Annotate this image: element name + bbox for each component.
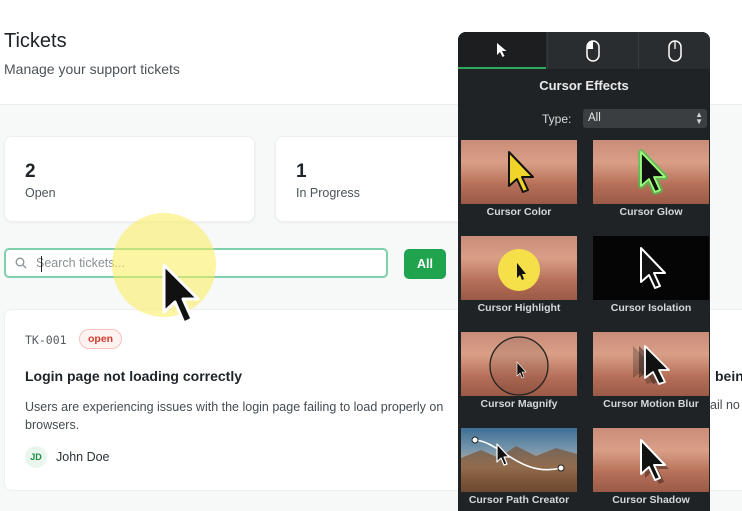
isolation-cursor-icon [640, 247, 666, 289]
filter-all-button[interactable]: All [404, 249, 446, 279]
ticket-title-overflow: bein [715, 368, 742, 384]
effect-thumbnail [593, 332, 709, 396]
path-creator-cursor-icon [461, 436, 577, 492]
status-badge: open [79, 329, 123, 349]
effect-thumbnail [461, 332, 577, 396]
effect-tile-cursor-isolation[interactable]: Cursor Isolation [593, 236, 709, 322]
effect-thumbnail [593, 428, 709, 492]
assignee-name: John Doe [56, 450, 110, 464]
stat-card-open[interactable]: 2 Open [4, 136, 255, 222]
panel-title: Cursor Effects [539, 78, 629, 93]
ticket-id: TK-001 [25, 333, 67, 347]
ticket-description-line: browsers. [25, 418, 80, 432]
pointer-icon [497, 42, 507, 57]
effect-tile-cursor-color[interactable]: Cursor Color [461, 140, 577, 226]
page-subtitle: Manage your support tickets [4, 61, 180, 77]
ticket-app: Tickets Manage your support tickets 2 Op… [0, 0, 742, 511]
panel-tabs [458, 32, 710, 69]
effect-label: Cursor Glow [619, 206, 683, 218]
avatar: JD [25, 446, 47, 468]
effect-label: Cursor Magnify [480, 398, 558, 410]
effect-tile-cursor-path-creator[interactable]: Cursor Path Creator [461, 428, 577, 511]
page-title: Tickets [4, 30, 67, 52]
text-caret [41, 256, 42, 272]
ticket-description: Users are experiencing issues with the l… [25, 398, 465, 434]
type-label: Type: [542, 112, 572, 126]
effect-thumbnail [593, 140, 709, 204]
mouse-icon [586, 39, 600, 62]
ticket-description-overflow: ail no [710, 398, 740, 412]
highlight-cursor-icon [498, 249, 540, 291]
effect-tile-cursor-glow[interactable]: Cursor Glow [593, 140, 709, 226]
stat-count: 2 [25, 161, 36, 182]
glow-cursor-icon [638, 149, 668, 195]
effect-tile-cursor-shadow[interactable]: Cursor Shadow [593, 428, 709, 511]
shadow-cursor-icon [640, 439, 669, 484]
magnify-cursor-icon [489, 336, 549, 396]
effect-label: Cursor Color [486, 206, 552, 218]
select-arrows-icon: ▲ ▼ [695, 110, 703, 126]
motion-blur-cursor-icon [633, 345, 670, 385]
effect-label: Cursor Highlight [477, 302, 561, 314]
stat-label: Open [25, 186, 56, 200]
effect-tile-cursor-magnify[interactable]: Cursor Magnify [461, 332, 577, 418]
effect-tile-cursor-highlight[interactable]: Cursor Highlight [461, 236, 577, 322]
ticket-description-line: Users are experiencing issues with the l… [25, 400, 444, 414]
search-icon [15, 257, 27, 269]
stat-count: 1 [296, 161, 307, 182]
effect-thumbnail [593, 236, 709, 300]
type-filter-row: Type: All ▲ ▼ [458, 108, 710, 130]
stat-label: In Progress [296, 186, 360, 200]
cursor-effects-panel: Cursor Effects Type: All ▲ ▼ Cursor Color [458, 32, 710, 511]
tab-mouse-right[interactable] [638, 32, 710, 69]
effect-thumbnail [461, 140, 577, 204]
tab-mouse-left[interactable] [547, 32, 638, 69]
type-select[interactable]: All ▲ ▼ [583, 109, 707, 128]
yellow-cursor-icon [508, 151, 534, 193]
effect-label: Cursor Shadow [612, 494, 690, 506]
ticket-title[interactable]: Login page not loading correctly [25, 368, 242, 384]
effect-thumbnail [461, 428, 577, 492]
effect-tile-cursor-motion-blur[interactable]: Cursor Motion Blur [593, 332, 709, 418]
pointer-cursor-icon [162, 263, 200, 325]
effect-label: Cursor Motion Blur [603, 398, 699, 410]
effect-label: Cursor Isolation [610, 302, 692, 314]
tab-pointer[interactable] [458, 32, 546, 69]
stat-card-in-progress[interactable]: 1 In Progress [275, 136, 477, 222]
effect-thumbnail [461, 236, 577, 300]
mouse-icon [668, 39, 682, 62]
effect-label: Cursor Path Creator [468, 494, 570, 506]
type-select-value: All [588, 112, 601, 124]
